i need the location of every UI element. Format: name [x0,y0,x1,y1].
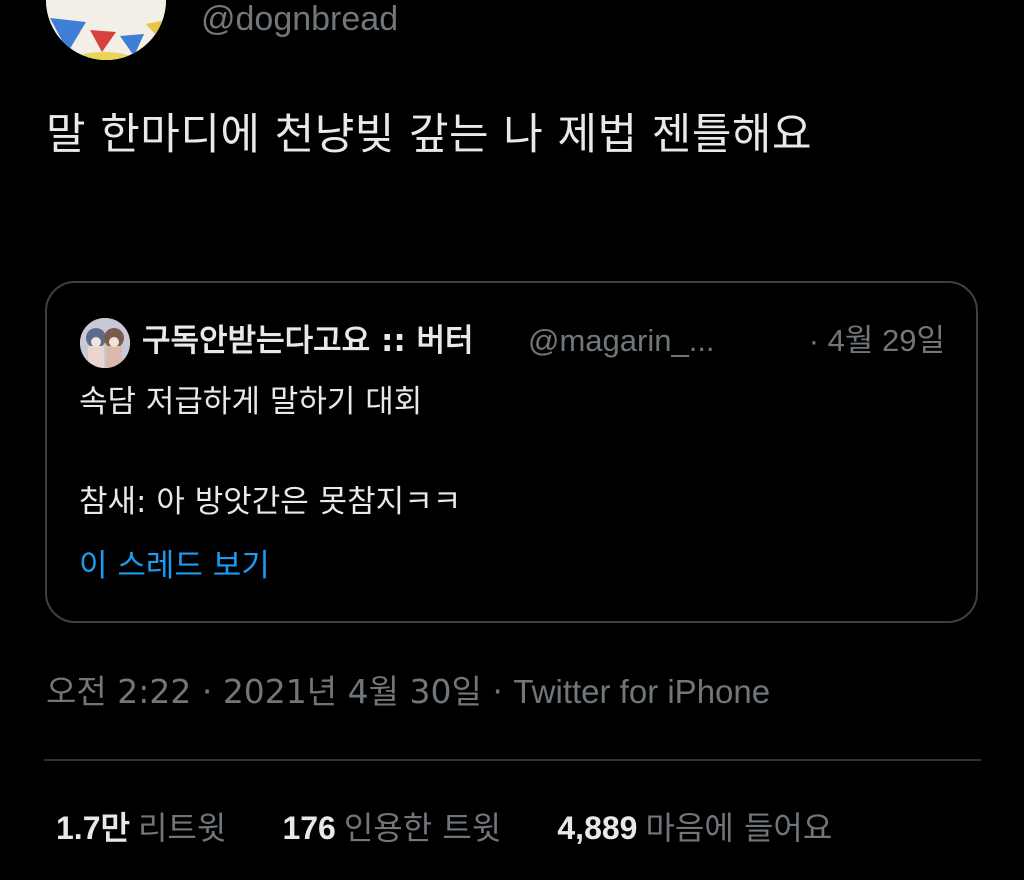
divider [44,759,981,761]
engagement-stats: 1.7만 리트윗 176 인용한 트윗 4,889 마음에 들어요 [56,808,878,848]
meta-separator: · [481,672,514,711]
meta-separator: · [191,672,223,711]
likes-label: 마음에 들어요 [645,809,833,847]
tweet-date[interactable]: 2021년 4월 30일 [223,672,482,711]
quoted-tweet-date[interactable]: · 4월 29일 [809,321,945,361]
tweet-meta: 오전 2:22 · 2021년 4월 30일 · Twitter for iPh… [46,672,770,712]
quoted-author-name[interactable]: 구독안받는다고요 :: 버터 [142,321,474,361]
togepi-avatar-icon [46,0,166,60]
quote-tweets-label: 인용한 트윗 [343,809,502,847]
show-thread-link[interactable]: 이 스레드 보기 [79,546,270,586]
likes-count: 4,889 [557,810,638,846]
quoted-tweet-line: 참새: 아 방앗간은 못참지ㅋㅋ [79,484,462,520]
anime-avatar-icon [80,318,130,368]
author-handle[interactable]: @dognbread [201,0,398,38]
retweets-label: 리트윗 [137,809,227,847]
tweet-time[interactable]: 오전 2:22 [46,672,191,711]
tweet-source[interactable]: Twitter for iPhone [513,673,770,710]
quote-tweets-stat[interactable]: 176 인용한 트윗 [282,808,501,848]
retweets-stat[interactable]: 1.7만 리트윗 [56,808,226,848]
quoted-tweet-card[interactable]: 구독안받는다고요 :: 버터 @magarin_... · 4월 29일 속담 … [45,281,978,623]
quoted-author-handle[interactable]: @magarin_... [528,321,715,361]
author-avatar[interactable] [46,0,166,60]
likes-stat[interactable]: 4,889 마음에 들어요 [557,808,832,848]
quoted-author-avatar[interactable] [80,318,130,368]
quoted-tweet-line: 속담 저급하게 말하기 대회 [79,384,423,420]
quote-tweets-count: 176 [282,810,336,846]
tweet-text: 말 한마디에 천냥빚 갚는 나 제법 젠틀해요 [46,110,813,160]
retweets-count: 1.7만 [56,810,130,846]
